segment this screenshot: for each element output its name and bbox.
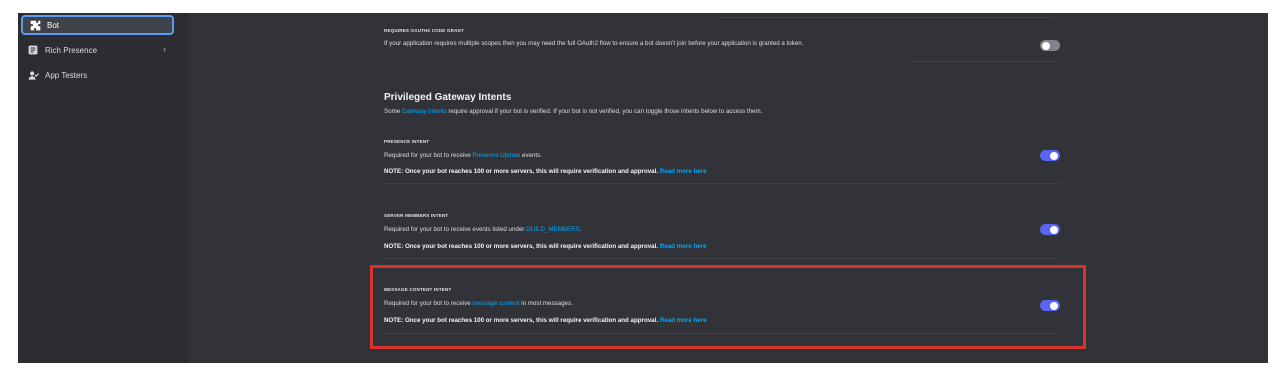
desc-text: Required for your bot to receive <box>384 152 473 159</box>
presence-intent-toggle[interactable] <box>1040 150 1060 161</box>
divider <box>718 17 1053 18</box>
sidebar-item-label: App Testers <box>45 70 88 80</box>
document-icon <box>27 44 39 56</box>
divider <box>384 183 1060 184</box>
note-text: NOTE: Once your bot reaches 100 or more … <box>384 168 660 175</box>
toggle-knob <box>1050 225 1058 234</box>
server-members-intent-description: Required for your bot to receive events … <box>384 226 581 233</box>
toggle-knob <box>1042 41 1050 50</box>
oauth-grant-description: If your application requires multiple sc… <box>384 40 804 47</box>
sidebar: Bot Rich Presence › App Testers <box>18 13 188 363</box>
oauth-grant-toggle[interactable] <box>1040 40 1060 51</box>
presence-intent-note: NOTE: Once your bot reaches 100 or more … <box>384 168 707 175</box>
presence-intent-label: PRESENCE INTENT <box>384 139 430 144</box>
divider <box>384 258 1060 259</box>
subtitle-text-post: require approval if your bot is verified… <box>446 108 763 115</box>
guild-members-link[interactable]: GUILD_MEMBERS <box>526 226 580 233</box>
note-text: NOTE: Once your bot reaches 100 or more … <box>384 243 660 250</box>
desc-text: . <box>579 226 582 233</box>
user-check-icon <box>27 69 39 81</box>
server-members-intent-label: SERVER MEMBERS INTENT <box>384 213 449 218</box>
gateway-intents-link[interactable]: Gateway Intents <box>402 108 447 115</box>
section-subtitle: Some Gateway Intents require approval if… <box>384 108 762 115</box>
read-more-link[interactable]: Read more here <box>660 168 707 175</box>
toggle-knob <box>1050 151 1058 160</box>
desc-text: events. <box>520 152 542 159</box>
sidebar-item-label: Rich Presence <box>45 45 98 55</box>
highlight-box <box>370 265 1086 349</box>
subtitle-text-pre: Some <box>384 108 402 115</box>
read-more-link[interactable]: Read more here <box>660 243 707 250</box>
server-members-intent-note: NOTE: Once your bot reaches 100 or more … <box>384 243 707 250</box>
sidebar-item-bot[interactable]: Bot <box>21 15 174 35</box>
section-title: Privileged Gateway Intents <box>384 92 512 103</box>
server-members-intent-toggle[interactable] <box>1040 224 1060 235</box>
sidebar-item-label: Bot <box>47 20 60 30</box>
puzzle-icon <box>29 19 41 31</box>
desc-text: Required for your bot to receive events … <box>384 226 527 233</box>
sidebar-item-rich-presence[interactable]: Rich Presence › <box>21 40 174 60</box>
chevron-right-icon: › <box>163 44 166 54</box>
presence-update-link[interactable]: Presence Update <box>472 152 520 159</box>
presence-intent-description: Required for your bot to receive Presenc… <box>384 152 542 159</box>
oauth-grant-label: REQUIRES OAUTH2 CODE GRANT <box>384 28 464 33</box>
sidebar-item-app-testers[interactable]: App Testers <box>21 65 174 85</box>
divider <box>910 61 1060 62</box>
